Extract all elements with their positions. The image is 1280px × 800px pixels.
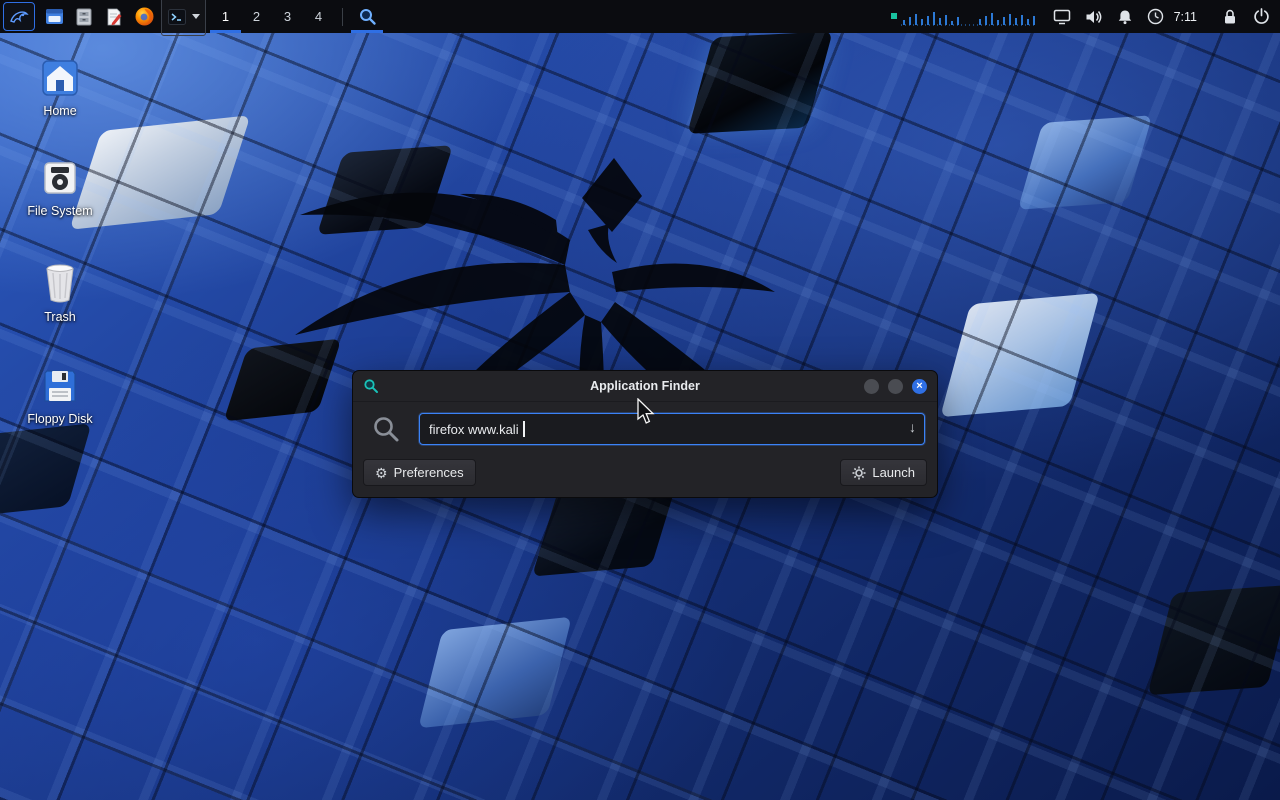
applications-menu-button[interactable] bbox=[3, 2, 35, 31]
firefox-launcher[interactable] bbox=[129, 0, 159, 33]
desktop-icon-label: Home bbox=[43, 104, 76, 118]
search-input[interactable] bbox=[419, 413, 925, 445]
audio-visualizer bbox=[889, 5, 1039, 29]
desktop-icon-file-system[interactable]: File System bbox=[12, 158, 108, 218]
application-finder-icon bbox=[363, 378, 379, 394]
floppy-disk-icon bbox=[40, 366, 80, 406]
clock-tray-button[interactable] bbox=[1147, 8, 1164, 25]
clock-icon bbox=[1147, 8, 1164, 25]
volume-tray-button[interactable] bbox=[1085, 9, 1103, 25]
desktop-icon-label: Trash bbox=[44, 310, 76, 324]
text-editor-icon bbox=[104, 7, 124, 27]
workspace-1-label: 1 bbox=[222, 9, 229, 24]
button-row-spacer bbox=[476, 459, 841, 486]
maximize-button[interactable] bbox=[888, 379, 903, 394]
kali-logo-icon bbox=[8, 6, 30, 28]
lock-screen-button[interactable] bbox=[1223, 9, 1237, 25]
workspace-4-label: 4 bbox=[315, 9, 322, 24]
search-input-wrap: ↓ bbox=[419, 413, 925, 445]
power-icon bbox=[1253, 8, 1270, 25]
minimize-button[interactable] bbox=[864, 379, 879, 394]
application-finder-window-icon bbox=[358, 7, 377, 26]
trash-icon bbox=[40, 262, 80, 304]
desktop-icon-home[interactable]: Home bbox=[12, 58, 108, 118]
workspace-3-label: 3 bbox=[284, 9, 291, 24]
clock-text[interactable]: 7:11 bbox=[1174, 10, 1197, 24]
desktop-icon-trash[interactable]: Trash bbox=[12, 262, 108, 324]
panel-separator bbox=[342, 8, 343, 26]
preferences-button[interactable]: ⚙ Preferences bbox=[363, 459, 476, 486]
taskbar-application-finder[interactable] bbox=[351, 0, 383, 33]
launch-button[interactable]: Launch bbox=[840, 459, 927, 486]
dropdown-arrow-icon[interactable]: ↓ bbox=[909, 419, 916, 435]
gear-icon: ⚙ bbox=[375, 466, 388, 480]
notifications-tray-button[interactable] bbox=[1117, 9, 1133, 25]
display-tray-button[interactable] bbox=[1053, 9, 1071, 25]
workspace-2[interactable]: 2 bbox=[241, 0, 272, 33]
workspace-1[interactable]: 1 bbox=[210, 0, 241, 33]
window-title: Application Finder bbox=[353, 379, 937, 393]
bell-icon bbox=[1117, 9, 1133, 25]
file-cabinet-icon bbox=[74, 7, 94, 27]
home-icon bbox=[40, 58, 80, 98]
chevron-down-icon bbox=[192, 14, 200, 19]
desktop-icon-floppy-disk[interactable]: Floppy Disk bbox=[12, 366, 108, 426]
window-buttons: × bbox=[864, 379, 927, 394]
file-cabinet-launcher[interactable] bbox=[69, 0, 99, 33]
top-panel: 1 2 3 4 bbox=[0, 0, 1280, 33]
mouse-cursor bbox=[636, 398, 656, 426]
text-editor-launcher[interactable] bbox=[99, 0, 129, 33]
workspace-2-label: 2 bbox=[253, 9, 260, 24]
display-icon bbox=[1053, 9, 1071, 25]
file-system-icon bbox=[40, 158, 80, 198]
desktop-icon-label: File System bbox=[27, 204, 92, 218]
volume-icon bbox=[1085, 9, 1103, 25]
file-manager-icon bbox=[44, 6, 65, 27]
workspace-3[interactable]: 3 bbox=[272, 0, 303, 33]
close-button[interactable]: × bbox=[912, 379, 927, 394]
launch-label: Launch bbox=[872, 465, 915, 480]
panel-left-group: 1 2 3 4 bbox=[0, 0, 383, 33]
text-caret bbox=[523, 421, 525, 437]
application-finder-window: Application Finder × ↓ ⚙ Preferences bbox=[352, 370, 938, 498]
terminal-icon bbox=[167, 7, 187, 27]
launch-icon bbox=[852, 466, 866, 480]
preferences-label: Preferences bbox=[394, 465, 464, 480]
terminal-launcher-group[interactable] bbox=[161, 0, 206, 36]
workspace-4[interactable]: 4 bbox=[303, 0, 334, 33]
lock-icon bbox=[1223, 9, 1237, 25]
file-manager-launcher[interactable] bbox=[39, 0, 69, 33]
button-row: ⚙ Preferences Launch bbox=[363, 459, 927, 486]
firefox-icon bbox=[134, 6, 155, 27]
panel-right-group: 7:11 bbox=[889, 0, 1280, 33]
logout-button[interactable] bbox=[1253, 8, 1270, 25]
desktop-icon-label: Floppy Disk bbox=[27, 412, 92, 426]
search-icon bbox=[371, 414, 401, 444]
